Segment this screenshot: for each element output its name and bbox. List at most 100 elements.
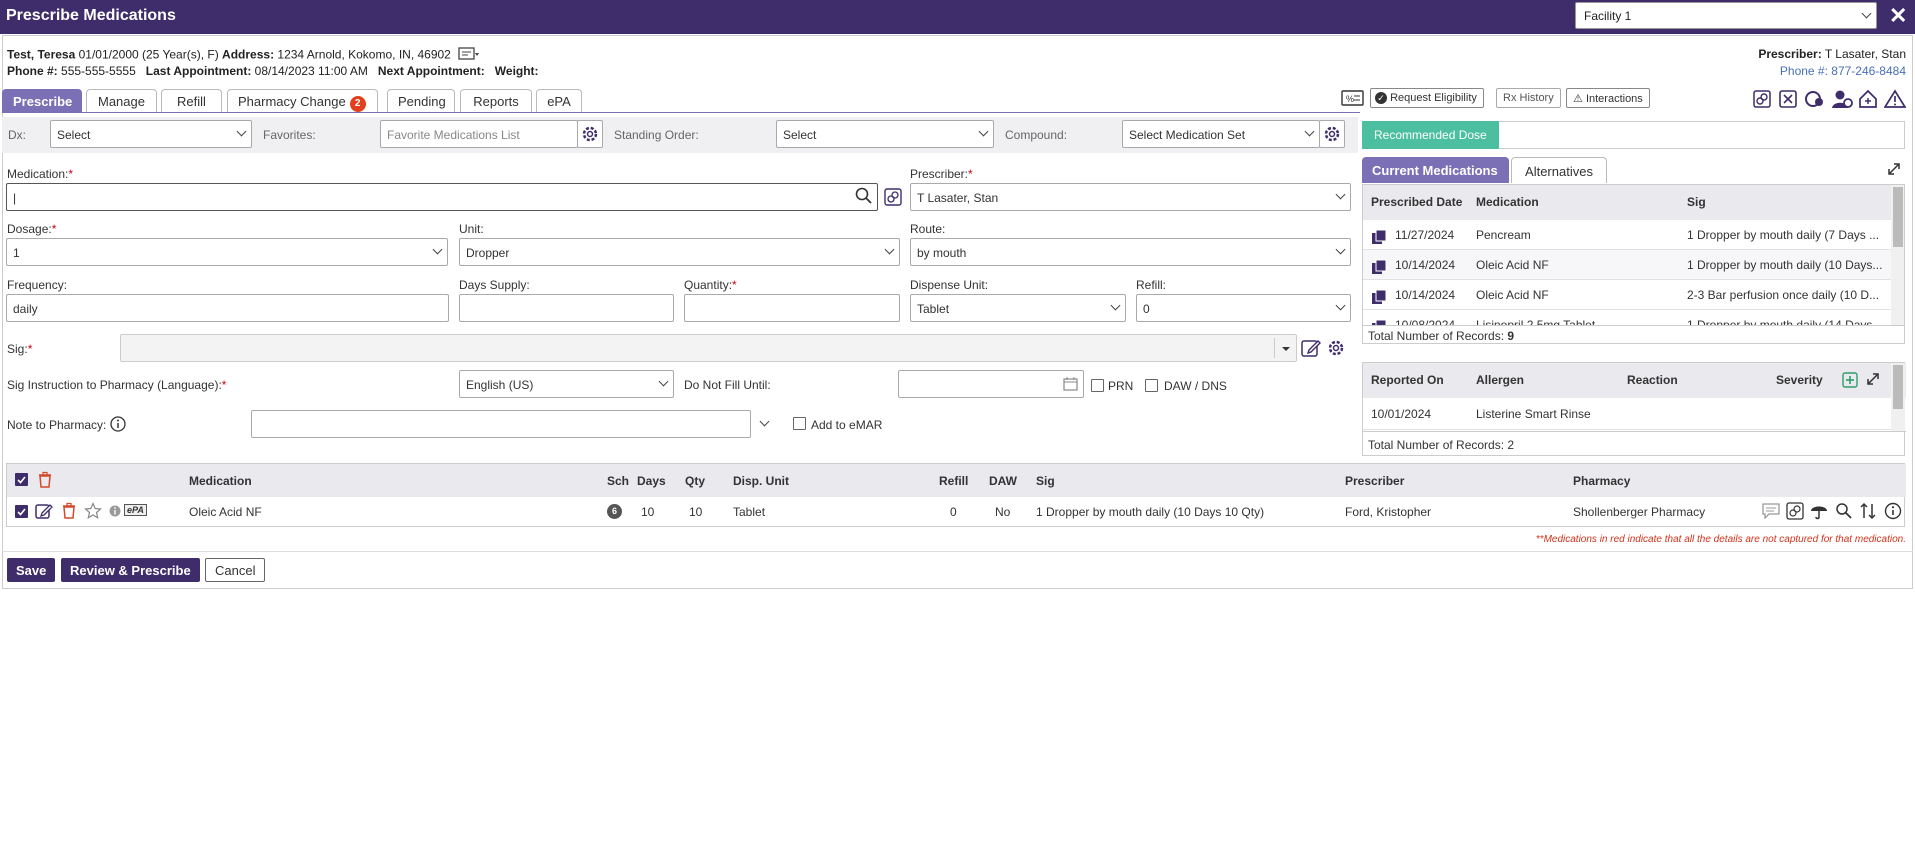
prescriber-select[interactable]: T Lasater, Stan	[910, 183, 1351, 211]
tab-epa[interactable]: ePA	[536, 89, 582, 113]
link-icon[interactable]	[1752, 89, 1772, 112]
home-icon[interactable]	[1858, 89, 1878, 112]
trash-icon[interactable]	[37, 471, 53, 492]
medication-input[interactable]: |	[6, 183, 878, 211]
dx-select[interactable]: Select	[50, 120, 252, 148]
days-supply-input[interactable]	[459, 294, 674, 322]
route-label: Route:	[910, 222, 946, 236]
do-not-fill-date-input[interactable]	[898, 370, 1084, 398]
interactions-button[interactable]: ⚠ Interactions	[1566, 88, 1650, 108]
gear-icon	[1328, 340, 1344, 356]
favorites-settings-button[interactable]	[577, 120, 603, 148]
table-row[interactable]: 10/01/2024 Listerine Smart Rinse	[1363, 398, 1891, 430]
info-icon[interactable]	[110, 416, 126, 435]
dispense-unit-select[interactable]: Tablet	[910, 294, 1126, 322]
close-icon[interactable]: ✕	[1889, 3, 1907, 29]
tab-pending[interactable]: Pending	[387, 89, 455, 113]
prn-checkbox[interactable]	[1091, 379, 1104, 392]
edit-icon[interactable]	[1300, 337, 1322, 362]
edit-icon[interactable]	[35, 502, 53, 523]
user-settings-icon[interactable]	[1831, 88, 1853, 113]
unit-select[interactable]: Dropper	[459, 238, 900, 266]
refill-label: Refill:	[1136, 278, 1167, 292]
sort-icon[interactable]	[1859, 502, 1877, 523]
copy-icon[interactable]	[1371, 259, 1387, 278]
add-allergy-icon[interactable]	[1842, 372, 1858, 391]
col-sig: Sig	[1036, 474, 1055, 488]
tab-current-medications[interactable]: Current Medications	[1362, 157, 1509, 183]
table-row[interactable]: 10/14/2024 Oleic Acid NF 1 Dropper by mo…	[1363, 250, 1893, 280]
request-eligibility-button[interactable]: ✓ Request Eligibility	[1370, 88, 1484, 108]
sig-input[interactable]	[120, 334, 1297, 362]
scrollbar[interactable]	[1891, 363, 1905, 431]
sig-language-select[interactable]: English (US)	[459, 370, 674, 398]
comment-icon[interactable]	[1762, 503, 1780, 522]
trash-icon[interactable]	[61, 502, 77, 523]
dosage-select[interactable]: 1	[6, 238, 448, 266]
rx-card-icon[interactable]: %	[1341, 89, 1365, 110]
prescriber-name: T Lasater, Stan	[1824, 47, 1906, 61]
copy-icon[interactable]	[1371, 289, 1387, 308]
select-all-checkbox[interactable]	[15, 473, 28, 486]
row-checkbox[interactable]	[15, 505, 28, 518]
umbrella-icon[interactable]	[1810, 502, 1828, 523]
compound-settings-button[interactable]	[1319, 120, 1345, 148]
daw-dns-label: DAW / DNS	[1164, 379, 1227, 393]
table-row[interactable]: ePA Oleic Acid NF 6 10 10 Tablet 0 No 1 …	[7, 497, 1906, 527]
tab-alternatives[interactable]: Alternatives	[1511, 157, 1607, 183]
favorites-input[interactable]: Favorite Medications List	[380, 120, 578, 148]
add-to-emar-checkbox[interactable]	[793, 417, 806, 430]
card-icon[interactable]	[458, 47, 480, 64]
search-icon[interactable]	[855, 187, 873, 208]
frequency-input[interactable]: daily	[6, 294, 449, 322]
route-select[interactable]: by mouth	[910, 238, 1351, 266]
info-icon[interactable]	[1884, 502, 1902, 523]
scrollbar[interactable]	[1891, 185, 1904, 343]
expand-icon[interactable]	[1866, 372, 1880, 389]
star-icon[interactable]	[84, 502, 102, 523]
pharmacy-search-icon[interactable]	[1835, 502, 1853, 523]
tab-manage[interactable]: Manage	[86, 89, 157, 113]
patient-name: Test, Teresa	[7, 47, 76, 62]
cancel-button[interactable]: Cancel	[205, 558, 266, 582]
table-row[interactable]: 11/27/2024 Pencream 1 Dropper by mouth d…	[1363, 220, 1893, 250]
calendar-icon[interactable]	[1063, 376, 1079, 395]
quantity-input[interactable]	[684, 294, 900, 322]
link-icon[interactable]	[1786, 502, 1804, 523]
refill-select[interactable]: 0	[1136, 294, 1351, 322]
window-title: Prescribe Medications	[6, 7, 176, 24]
note-to-pharmacy-input[interactable]	[251, 410, 751, 438]
row-refill: 0	[950, 505, 957, 519]
standing-order-select[interactable]: Select	[776, 120, 994, 148]
review-prescribe-button[interactable]: Review & Prescribe	[61, 558, 200, 582]
alert-icon[interactable]	[1883, 89, 1907, 112]
save-button[interactable]: Save	[7, 558, 56, 582]
settings-refresh-icon[interactable]	[1804, 89, 1826, 112]
table-row[interactable]: 10/14/2024 Oleic Acid NF 2-3 Bar perfusi…	[1363, 280, 1893, 310]
tab-pharmacy-change[interactable]: Pharmacy Change 2	[227, 89, 378, 113]
recommended-dose-button[interactable]: Recommended Dose	[1362, 121, 1499, 149]
tab-refill[interactable]: Refill	[161, 89, 222, 113]
daw-dns-checkbox[interactable]	[1145, 379, 1158, 392]
epa-badge[interactable]: ePA	[124, 504, 147, 516]
standing-order-label: Standing Order:	[614, 128, 699, 142]
medication-link-icon[interactable]	[883, 187, 903, 210]
sig-settings-button[interactable]	[1324, 336, 1348, 363]
unit-label: Unit:	[459, 222, 484, 236]
patient-line-2: Phone #: 555-555-5555 Last Appointment: …	[7, 64, 539, 78]
tab-underline	[2, 112, 1360, 113]
col-allergen: Allergen	[1476, 373, 1525, 387]
facility-select[interactable]: Facility 1	[1575, 2, 1877, 29]
compound-select[interactable]: Select Medication Set	[1122, 120, 1320, 148]
tab-reports[interactable]: Reports	[460, 89, 532, 113]
expand-icon[interactable]	[1887, 162, 1901, 179]
caret-down-icon	[1282, 347, 1290, 351]
info-icon[interactable]	[109, 505, 121, 520]
tab-prescribe[interactable]: Prescribe	[2, 89, 82, 113]
chevron-down-icon[interactable]	[758, 416, 770, 430]
col-prescribed-date: Prescribed Date	[1371, 195, 1463, 209]
rx-history-button[interactable]: Rx History	[1496, 88, 1561, 108]
cancel-rx-icon[interactable]	[1778, 89, 1798, 112]
sig-dropdown-toggle[interactable]	[1274, 338, 1296, 358]
copy-icon[interactable]	[1371, 229, 1387, 248]
